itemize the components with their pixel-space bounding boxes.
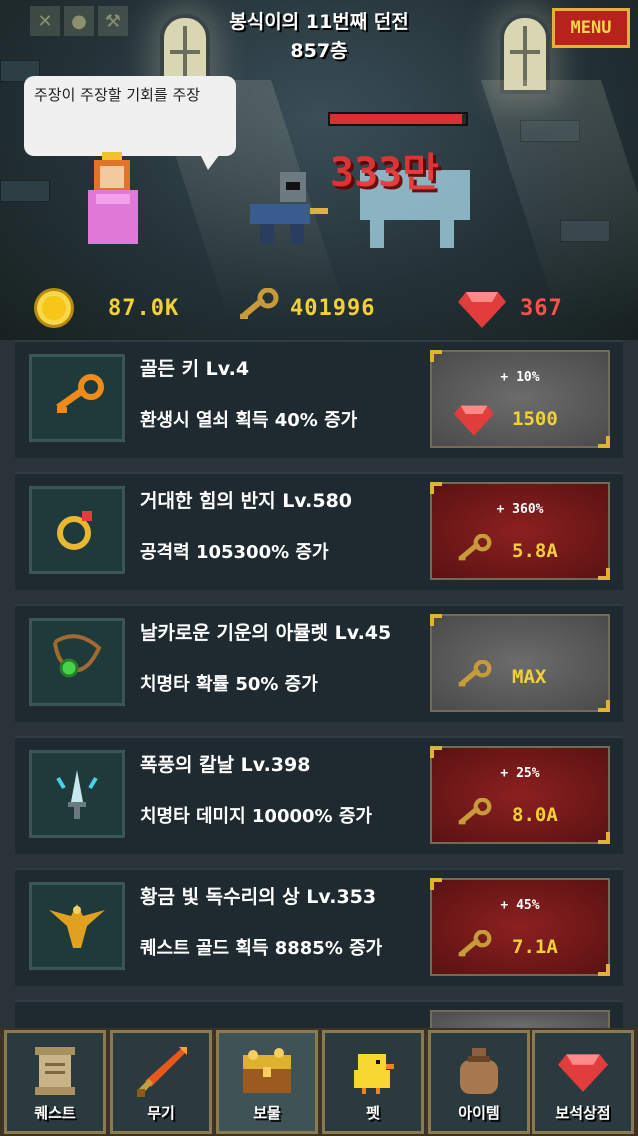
list-item: 날카로운 기운의 아뮬렛 Lv.45 치명타 확률 50% 증가 MAX [15, 604, 623, 722]
list-item [15, 1000, 623, 1028]
item-name: 황금 빛 독수리의 상 Lv.353 [140, 886, 377, 908]
key-icon [458, 534, 492, 561]
gem-counter: 367 [458, 282, 563, 334]
upgrade-increment: + 25% [500, 766, 540, 781]
tab-quest[interactable]: 퀘스트 [4, 1030, 106, 1134]
cost-value: 7.1A [512, 936, 558, 958]
tab-treasure[interactable]: 보물 [216, 1030, 318, 1134]
princess-character [88, 152, 138, 244]
item-name: 폭풍의 칼날 Lv.398 [140, 754, 311, 776]
key-icon [458, 660, 492, 687]
upgrade-button[interactable]: + 360% 5.8A [430, 482, 610, 580]
wall-brick [0, 180, 50, 202]
upgrade-cost: 8.0A [454, 798, 558, 832]
golden-key-icon [29, 354, 125, 442]
floor-number: 857층 [290, 40, 348, 62]
upgrade-increment: + 10% [500, 370, 540, 385]
upgrade-cost: MAX [454, 660, 546, 694]
upgrade-cost: 7.1A [454, 930, 558, 964]
item-description: 환생시 열쇠 획득 40% 증가 [140, 410, 358, 431]
game-scene: ✕ ● ⚒ 봉식이의 11번째 던전 857층 MENU 주장이 주장할 기회를… [0, 0, 638, 340]
upgrade-increment: + 360% [496, 502, 544, 517]
tab-label: 보물 [253, 1104, 281, 1122]
amulet-icon [29, 618, 125, 706]
item-name: 골든 키 Lv.4 [140, 358, 250, 380]
item-description: 퀘스트 골드 획득 8885% 증가 [140, 938, 383, 959]
list-item: 폭풍의 칼날 Lv.398 치명타 데미지 10000% 증가 + 25% 8.… [15, 736, 623, 854]
currency-row: 87.0K 401996 367 [0, 282, 638, 334]
tab-label: 펫 [366, 1104, 380, 1122]
cost-value: MAX [512, 666, 547, 688]
upgrade-button[interactable]: + 25% 8.0A [430, 746, 610, 844]
ring-icon [29, 486, 125, 574]
gem-icon [535, 1043, 631, 1099]
scroll-icon [7, 1043, 103, 1099]
upgrade-button[interactable]: MAX [430, 614, 610, 712]
tab-label: 퀘스트 [34, 1104, 76, 1122]
upgrade-increment: + 45% [500, 898, 540, 913]
tab-label: 아이템 [458, 1104, 500, 1122]
key-icon [236, 288, 280, 328]
chick-icon [325, 1043, 421, 1099]
cost-value: 8.0A [512, 804, 558, 826]
monster-hp-fill [330, 114, 462, 124]
ruby-icon [454, 405, 494, 436]
tab-gem-shop[interactable]: 보석상점 [532, 1030, 634, 1134]
upgrade-cost: 1500 [454, 402, 558, 436]
tab-item[interactable]: 아이템 [428, 1030, 530, 1134]
bag-icon [431, 1043, 527, 1099]
upgrade-button[interactable]: + 10% 1500 [430, 350, 610, 448]
key-icon [458, 798, 492, 825]
gold-counter: 87.0K [34, 282, 179, 334]
knight-character [250, 172, 328, 244]
list-item: 골든 키 Lv.4 환생시 열쇠 획득 40% 증가 + 10% 1500 [15, 340, 623, 458]
item-name: 거대한 힘의 반지 Lv.580 [140, 490, 353, 512]
cost-value: 5.8A [512, 540, 558, 562]
item-description: 치명타 확률 50% 증가 [140, 674, 318, 695]
ruby-icon [458, 288, 506, 328]
treasure-chest-icon [219, 1043, 315, 1099]
treasure-list[interactable]: 골든 키 Lv.4 환생시 열쇠 획득 40% 증가 + 10% 1500 거대… [0, 340, 638, 1028]
key-amount: 401996 [290, 295, 376, 321]
upgrade-button[interactable] [430, 1010, 610, 1028]
item-name: 날카로운 기운의 아뮬렛 Lv.45 [140, 622, 392, 644]
storm-blade-icon [29, 750, 125, 838]
gold-amount: 87.0K [108, 295, 180, 321]
cost-value: 1500 [512, 408, 558, 430]
tab-label: 보석상점 [555, 1104, 611, 1122]
tab-label: 무기 [147, 1104, 175, 1122]
key-icon [458, 930, 492, 957]
sword-icon [113, 1043, 209, 1099]
monster-hp-bar [328, 112, 468, 126]
item-description: 공격력 105300% 증가 [140, 542, 329, 563]
tab-pet[interactable]: 펫 [322, 1030, 424, 1134]
gold-coin-icon [34, 288, 74, 328]
tab-weapon[interactable]: 무기 [110, 1030, 212, 1134]
damage-number: 333만 [330, 150, 440, 196]
menu-button[interactable]: MENU [552, 8, 630, 48]
list-item: 황금 빛 독수리의 상 Lv.353 퀘스트 골드 획득 8885% 증가 + … [15, 868, 623, 986]
speech-bubble: 주장이 주장할 기회를 주장 [24, 76, 236, 170]
upgrade-cost: 5.8A [454, 534, 558, 568]
gem-amount: 367 [520, 295, 563, 321]
key-counter: 401996 [236, 282, 375, 334]
dungeon-title: 봉식이의 11번째 던전 [229, 11, 409, 33]
bottom-tab-bar: 퀘스트 무기 보물 펫 아이템 보석상점 [0, 1028, 638, 1136]
golden-eagle-icon [29, 882, 125, 970]
upgrade-button[interactable]: + 45% 7.1A [430, 878, 610, 976]
item-description: 치명타 데미지 10000% 증가 [140, 806, 372, 827]
list-item: 거대한 힘의 반지 Lv.580 공격력 105300% 증가 + 360% 5… [15, 472, 623, 590]
